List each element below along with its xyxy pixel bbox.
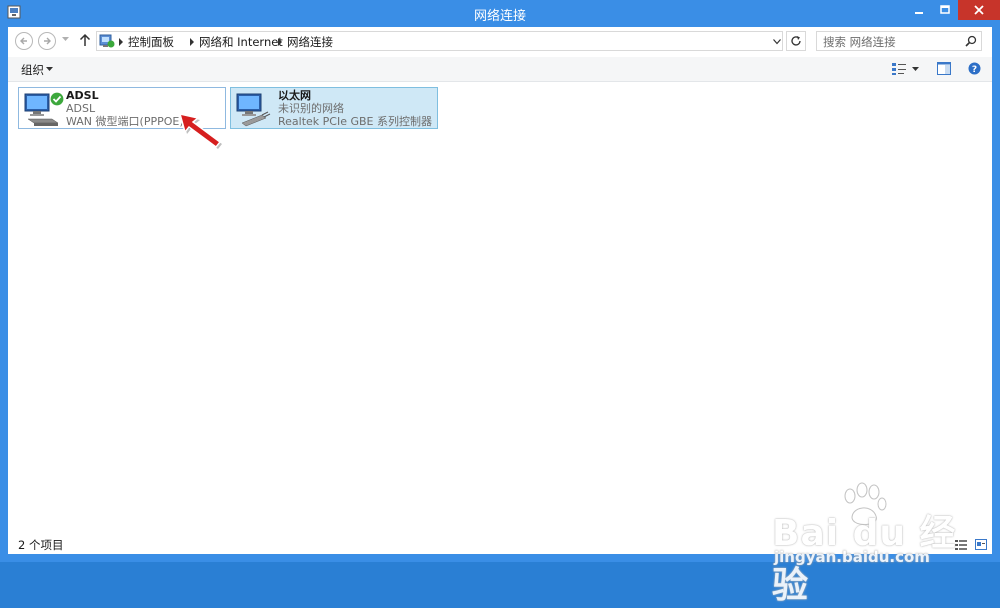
organize-button[interactable]: 组织 (21, 62, 44, 78)
control-panel-icon (99, 34, 115, 48)
red-pointer-arrow-icon (178, 112, 222, 149)
minimize-icon (915, 12, 923, 14)
breadcrumb-separator-icon (190, 38, 194, 46)
ethernet-icon (236, 93, 271, 127)
refresh-icon (791, 36, 801, 46)
search-box[interactable]: 搜索 网络连接 (816, 31, 982, 51)
close-button[interactable] (958, 0, 1000, 20)
recent-locations-dropdown[interactable] (62, 37, 69, 42)
maximize-icon (940, 5, 950, 14)
address-toolbar: 控制面板 网络和 Internet 网络连接 搜索 网络连接 (8, 27, 992, 55)
chevron-down-icon[interactable] (773, 39, 781, 45)
forward-button[interactable] (38, 32, 56, 50)
close-icon (974, 5, 984, 15)
svg-text:?: ? (972, 65, 977, 75)
watermark: Bai du 经验 jingyan.baidu.com (768, 482, 958, 606)
adsl-connected-icon (24, 91, 65, 126)
breadcrumb-separator-icon (278, 38, 282, 46)
breadcrumb-network-internet[interactable]: 网络和 Internet (199, 34, 283, 50)
explorer-window: 网络连接 控制面板 网络和 Internet 网络连接 搜索 网络连接 组织 ?… (0, 0, 1000, 606)
item-count: 2 个项目 (18, 538, 64, 552)
search-icon[interactable] (965, 35, 977, 47)
connection-name: ADSL (66, 89, 99, 102)
connection-status: 未识别的网络 (278, 102, 344, 115)
caret-down-icon[interactable] (912, 67, 919, 71)
watermark-url: jingyan.baidu.com (774, 548, 930, 566)
connection-name: 以太网 (278, 89, 311, 102)
breadcrumb-control-panel[interactable]: 控制面板 (128, 34, 174, 50)
caret-down-icon[interactable] (46, 67, 53, 71)
tiles-view-icon[interactable] (975, 539, 987, 550)
command-bar: 组织 ? (8, 57, 992, 82)
change-view-icon[interactable] (891, 62, 907, 76)
minimize-button[interactable] (907, 0, 931, 20)
client-area: 控制面板 网络和 Internet 网络连接 搜索 网络连接 组织 ? ADSL… (8, 27, 992, 606)
breadcrumb-network-connections[interactable]: 网络连接 (287, 34, 333, 50)
help-icon[interactable]: ? (968, 62, 981, 75)
title-bar[interactable]: 网络连接 (0, 0, 1000, 27)
up-arrow-icon[interactable] (79, 33, 91, 47)
refresh-button[interactable] (786, 31, 806, 51)
maximize-button[interactable] (933, 0, 957, 20)
window-title: 网络连接 (473, 9, 526, 24)
connection-tile-ethernet[interactable]: 以太网 未识别的网络 Realtek PCIe GBE 系列控制器 (230, 87, 438, 129)
breadcrumb-separator-icon (119, 38, 123, 46)
address-bar[interactable]: 控制面板 网络和 Internet 网络连接 (96, 31, 783, 51)
file-list[interactable]: ADSL ADSL WAN 微型端口(PPPOE) 以太网 未识别的网络 Rea… (8, 82, 992, 532)
connection-device: Realtek PCIe GBE 系列控制器 (278, 115, 432, 128)
arrow-right-icon (44, 37, 51, 45)
back-button[interactable] (15, 32, 33, 50)
preview-pane-icon[interactable] (937, 62, 951, 75)
search-placeholder: 搜索 网络连接 (823, 35, 896, 49)
arrow-left-icon (20, 37, 27, 45)
